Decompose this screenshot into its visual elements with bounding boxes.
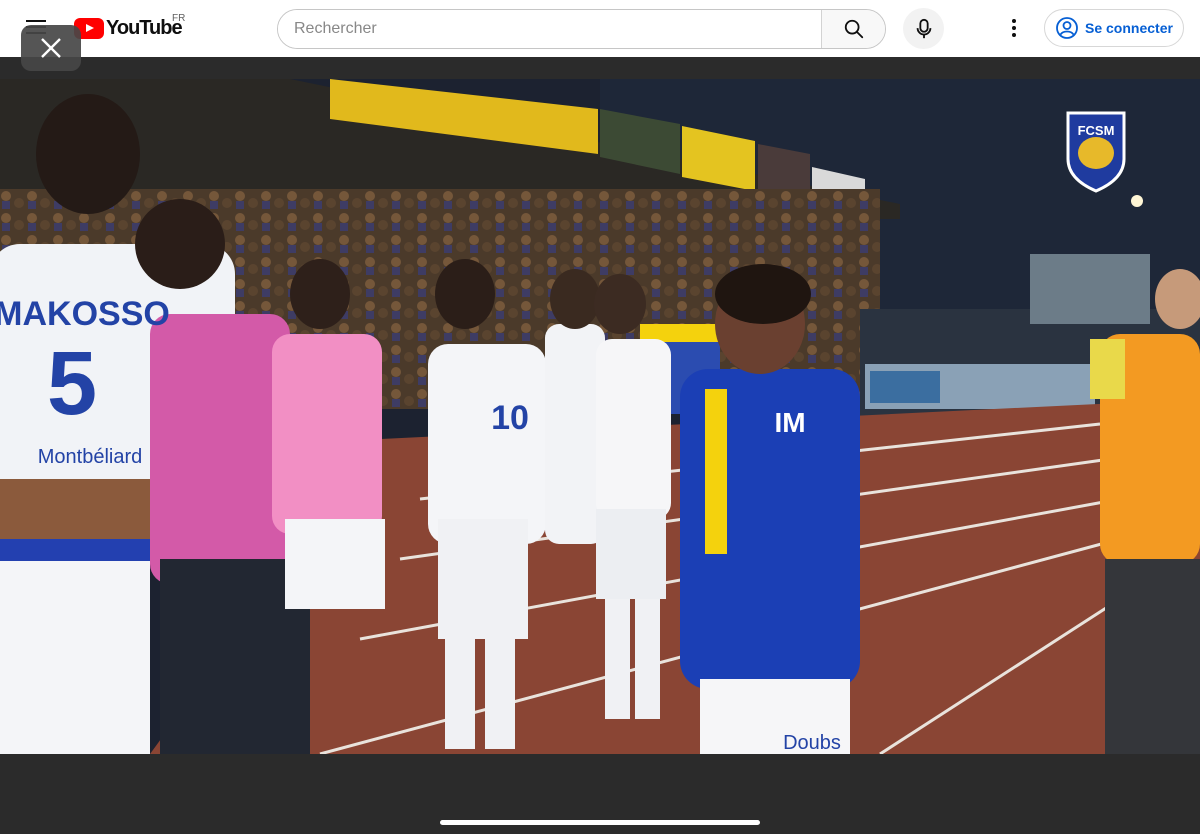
home-indicator[interactable] [440,820,760,825]
search-bar [277,9,886,49]
voice-search-button[interactable] [903,8,944,49]
sign-in-label: Se connecter [1085,20,1173,36]
tracksuit-logo: IM [774,407,805,438]
jersey-sponsor: Montbéliard [38,446,143,468]
search-input[interactable] [278,10,821,48]
video-player[interactable]: FCSM MAKOSSO 5 Montbéliard 10 IM Doubs [0,79,1200,754]
logo-text: YouTube [106,16,183,39]
account-icon [1056,17,1078,39]
close-button[interactable] [21,25,81,71]
top-app-bar: YouTube FR Se connecter [0,0,1200,57]
video-letterbox-top [0,57,1200,79]
more-options-button[interactable] [1002,16,1026,40]
video-frame: FCSM MAKOSSO 5 Montbéliard 10 IM Doubs [0,79,1200,754]
microphone-icon [916,18,931,38]
close-icon [41,38,61,58]
jersey-number: 5 [47,334,97,434]
search-button[interactable] [821,10,885,48]
jersey-name: MAKOSSO [0,295,170,333]
search-icon [844,19,863,39]
country-code: FR [172,13,186,24]
club-badge-text: FCSM [1078,123,1115,138]
sign-in-button[interactable]: Se connecter [1044,9,1184,47]
shorts-sponsor: Doubs [783,732,841,754]
youtube-logo[interactable]: YouTube [74,16,183,39]
jersey-number-2: 10 [491,399,529,437]
